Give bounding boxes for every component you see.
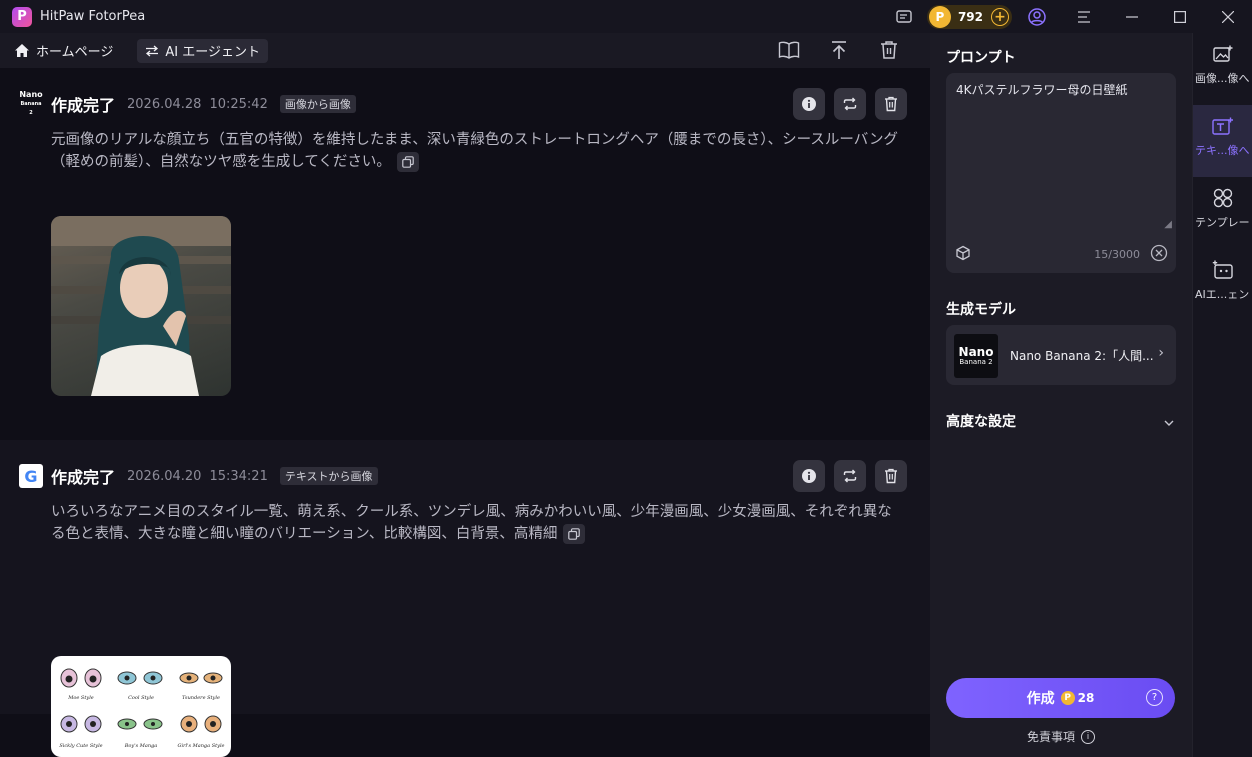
chevron-down-icon[interactable] <box>1164 415 1174 429</box>
coin-icon: P <box>1060 691 1075 705</box>
ai-agent-label: AI エージェント <box>165 45 260 60</box>
trash-icon <box>885 96 897 112</box>
history-card: Nano Banana 2 作成完了 2026.04.28 10:25:42 画像… <box>0 68 930 440</box>
create-cost: 28 <box>1077 691 1095 705</box>
coin-count: 792 <box>957 9 983 24</box>
model-thumbnail: Nano Banana 2 <box>954 334 998 378</box>
rail-label: テンプレート <box>1195 216 1252 229</box>
copy-icon <box>402 156 414 168</box>
disclaimer-link[interactable]: 免責事項 i <box>930 728 1192 745</box>
card-prompt: いろいろなアニメ目のスタイル一覧、萌え系、クール系、ツンデレ風、病みかわいい風、… <box>51 504 892 544</box>
rail-item-templates[interactable]: テンプレート <box>1193 177 1252 249</box>
home-button[interactable]: ホームページ <box>14 41 113 60</box>
card-prompt: 元画像のリアルな顔立ち（五官の特徴）を維持したまま、深い青緑色のストレートロング… <box>51 132 898 172</box>
advanced-settings-title[interactable]: 高度な設定 <box>946 411 1016 431</box>
coin-balance[interactable]: P 792 + <box>926 4 1012 29</box>
card-date: 2026.04.28 <box>127 96 202 112</box>
delete-button[interactable] <box>875 88 907 120</box>
coin-icon: P <box>928 5 951 28</box>
trash-icon[interactable] <box>878 38 900 62</box>
mode-nav-rail: 画像...像へ テキ...像へ テンプレート AIエ...ェント <box>1192 33 1252 757</box>
chevron-right-icon: › <box>1158 345 1164 361</box>
copy-prompt-button[interactable] <box>563 524 586 544</box>
svg-text:Boy's Manga: Boy's Manga <box>124 743 158 749</box>
message-icon[interactable] <box>893 6 915 28</box>
info-icon <box>802 469 816 483</box>
model-name: Nano Banana 2:「人間... <box>1010 349 1154 363</box>
minimize-icon[interactable] <box>1108 0 1156 33</box>
regenerate-button[interactable] <box>834 460 866 492</box>
svg-text:Moe Style: Moe Style <box>67 695 94 701</box>
resize-grip-icon[interactable]: ◢ <box>1164 219 1172 230</box>
trash-icon <box>885 468 897 484</box>
generation-history-feed[interactable]: Nano Banana 2 作成完了 2026.04.28 10:25:42 画像… <box>0 68 930 757</box>
info-button[interactable] <box>793 88 825 120</box>
info-icon: i <box>1081 729 1095 744</box>
card-status: 作成完了 <box>51 468 116 487</box>
add-coins-icon[interactable]: + <box>991 7 1009 26</box>
help-icon[interactable]: ? <box>1146 689 1163 706</box>
card-date: 2026.04.20 <box>127 468 202 484</box>
regenerate-button[interactable] <box>834 88 866 120</box>
book-icon[interactable] <box>778 38 800 62</box>
prompt-value: 4Kパステルフラワー母の日壁紙 <box>956 83 1128 97</box>
history-card: G 作成完了 2026.04.20 15:34:21 テキストから画像 いろいろ… <box>0 440 930 757</box>
prompt-title: プロンプト <box>946 50 1016 66</box>
rail-label: テキ...像へ <box>1195 144 1250 157</box>
home-label: ホームページ <box>36 45 114 60</box>
svg-text:Girl's Manga Style: Girl's Manga Style <box>177 743 224 749</box>
svg-text:Cool Style: Cool Style <box>128 695 154 701</box>
generated-image-thumbnail[interactable] <box>51 216 231 396</box>
delete-button[interactable] <box>875 460 907 492</box>
text-image-icon <box>1212 115 1234 137</box>
char-count: 15/3000 <box>1094 248 1140 261</box>
model-selector[interactable]: Nano Banana 2 Nano Banana 2:「人間... › <box>946 325 1176 385</box>
menu-icon[interactable] <box>1060 0 1108 33</box>
google-logo-icon: G <box>19 464 43 488</box>
maximize-icon[interactable] <box>1156 0 1204 33</box>
info-button[interactable] <box>793 460 825 492</box>
image-plus-icon <box>1212 43 1234 65</box>
generation-settings-panel: プロンプト 4Kパステルフラワー母の日壁紙 ◢ 15/3000 生成モデル Na… <box>930 33 1192 757</box>
info-icon <box>802 97 816 111</box>
history-toolbar: ホームページ AI エージェント <box>0 33 930 68</box>
card-status: 作成完了 <box>51 96 116 115</box>
copy-prompt-button[interactable] <box>396 152 419 172</box>
clear-text-icon[interactable] <box>1150 244 1168 266</box>
create-label: 作成 <box>1026 691 1055 707</box>
rail-label: AIエ...ェント <box>1195 288 1252 301</box>
prompt-textarea[interactable]: 4Kパステルフラワー母の日壁紙 ◢ 15/3000 <box>946 73 1176 273</box>
template-icon <box>1212 187 1234 209</box>
ai-agent-icon <box>1212 259 1234 281</box>
home-icon <box>15 44 29 57</box>
copy-icon <box>568 528 581 540</box>
rail-item-ai-agent[interactable]: AIエ...ェント <box>1193 249 1252 321</box>
rail-label: 画像...像へ <box>1195 72 1250 85</box>
svg-text:Sickly Cute Style: Sickly Cute Style <box>59 743 102 749</box>
card-mode-tag: テキストから画像 <box>279 467 378 485</box>
close-icon[interactable] <box>1204 0 1252 33</box>
svg-text:Tsundere Style: Tsundere Style <box>182 695 220 701</box>
generated-image-thumbnail[interactable]: Moe Style Cool Style Tsundere Style Sick… <box>51 656 231 757</box>
refresh-icon <box>843 97 857 111</box>
refresh-icon <box>843 469 857 483</box>
user-account-icon[interactable] <box>1026 6 1048 28</box>
create-button[interactable]: 作成 P 28 ? <box>946 678 1175 718</box>
ai-agent-button[interactable]: AI エージェント <box>137 38 268 63</box>
card-mode-tag: 画像から画像 <box>279 95 356 113</box>
title-bar: P HitPaw FotorPea P 792 + <box>0 0 1252 33</box>
app-title: HitPaw FotorPea <box>40 9 146 24</box>
swap-icon <box>146 45 159 56</box>
scroll-top-icon[interactable] <box>828 38 850 62</box>
nano-banana-logo-icon: Nano Banana 2 <box>19 90 43 117</box>
rail-item-image-to-image[interactable]: 画像...像へ <box>1193 33 1252 105</box>
card-time: 10:25:42 <box>209 96 268 112</box>
model-title: 生成モデル <box>946 302 1016 318</box>
cube-icon[interactable] <box>955 245 971 265</box>
card-time: 15:34:21 <box>209 468 268 484</box>
rail-item-text-to-image[interactable]: テキ...像へ <box>1193 105 1252 177</box>
app-logo-icon: P <box>12 6 32 27</box>
disclaimer-label: 免責事項 <box>1026 730 1075 744</box>
